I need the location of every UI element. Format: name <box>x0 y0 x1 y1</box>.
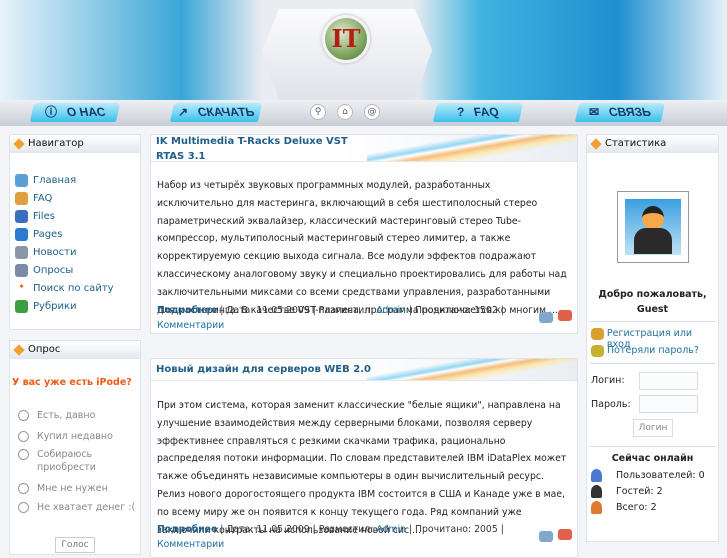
nav-link-files[interactable]: Files <box>15 210 55 223</box>
send-icon[interactable] <box>558 529 572 540</box>
article-footer: Подробнее | Дата: 11.05.2009 | Разместил… <box>157 524 504 550</box>
read-more-link[interactable]: Подробнее <box>157 305 217 316</box>
online-title: Сейчас онлайн <box>611 453 694 464</box>
nav-download[interactable]: ↗ СКАЧАТЬ <box>169 103 263 122</box>
article: IK Multimedia T-Racks Deluxe VST RTAS 3.… <box>150 134 578 334</box>
poll-option[interactable]: Мне не нужен <box>18 482 108 495</box>
nav-link-polls[interactable]: Опросы <box>15 264 73 277</box>
download-icon: ↗ <box>177 105 188 119</box>
nav-link-faq[interactable]: FAQ <box>15 192 52 205</box>
send-icon[interactable] <box>558 310 572 321</box>
navigator-title: Навигатор <box>10 135 140 153</box>
login-input[interactable] <box>639 372 698 390</box>
site-logo[interactable]: IT <box>322 15 370 63</box>
nav-link-news[interactable]: Новости <box>15 246 76 259</box>
print-icon[interactable] <box>539 312 553 323</box>
lock-icon <box>591 345 604 357</box>
user-icon <box>591 469 602 482</box>
nav-link-search[interactable]: ✦ Поиск по сайту <box>15 282 113 295</box>
article-title[interactable]: IK Multimedia T-Racks Deluxe VST RTAS 3.… <box>156 134 356 164</box>
home-icon[interactable]: ⌂ <box>337 104 353 120</box>
poll-option[interactable]: Не хватает денег :( <box>18 501 135 514</box>
poll-option[interactable]: Есть, давно <box>18 409 95 422</box>
question-icon: ? <box>456 105 465 119</box>
nav-faq[interactable]: ? FAQ <box>432 103 524 122</box>
nav-link-home[interactable]: Главная <box>15 174 76 187</box>
article-text: При этом система, которая заменит класси… <box>157 400 567 536</box>
header-banner: IT <box>0 0 727 100</box>
nav-contact[interactable]: ✉ СВЯЗЬ <box>574 103 666 122</box>
author-link[interactable]: Admin <box>376 524 406 535</box>
article-text: Набор из четырёх звуковых программных мо… <box>157 180 567 316</box>
at-icon[interactable]: @ <box>364 104 380 120</box>
info-icon: ⓘ <box>44 105 57 119</box>
mail-icon: ✉ <box>589 105 600 119</box>
nav-link-pages[interactable]: Pages <box>15 228 62 241</box>
print-icon[interactable] <box>539 531 553 542</box>
guest-icon <box>591 485 602 498</box>
poll-question: У вас уже есть iPode? <box>12 377 132 388</box>
article: Новый дизайн для серверов WEB 2.0 При эт… <box>150 358 578 558</box>
nav-link-rubrics[interactable]: Рубрики <box>15 300 77 313</box>
poll-option[interactable]: Купил недавно <box>18 430 113 443</box>
login-button[interactable]: Логин <box>633 419 673 437</box>
users-icon <box>591 328 604 340</box>
stats-title: Статистика <box>587 135 718 153</box>
lost-password-link[interactable]: Потеряли пароль? <box>591 345 699 357</box>
article-title[interactable]: Новый дизайн для серверов WEB 2.0 <box>156 362 416 377</box>
group-icon <box>591 501 602 514</box>
vote-button[interactable]: Голос <box>55 537 95 553</box>
avatar <box>617 191 689 263</box>
login-label: Логин: <box>591 375 625 386</box>
poll-title: Опрос <box>10 341 140 359</box>
online-total: Всего: 2 <box>591 501 657 514</box>
article-footer: Подробнее | Дата: 11.05.2009 | Разместил… <box>157 305 504 331</box>
stats-box: Статистика Добро пожаловать, Guest Регис… <box>586 134 719 542</box>
password-label: Пароль: <box>591 399 631 410</box>
author-link[interactable]: Admin <box>376 305 406 316</box>
poll-option[interactable]: Собираюсь приобрести <box>18 448 128 474</box>
search-icon[interactable]: ⚲ <box>310 104 326 120</box>
online-users: Пользователей: 0 <box>591 469 705 482</box>
welcome-text: Добро пожаловать, Guest <box>598 289 707 315</box>
comments-link[interactable]: Комментарии <box>157 320 224 331</box>
poll-box: Опрос У вас уже есть iPode? Есть, давно … <box>9 340 141 555</box>
navigator-box: Навигатор Главная FAQ Files Pages Новост… <box>9 134 141 330</box>
online-guests: Гостей: 2 <box>591 485 663 498</box>
password-input[interactable] <box>639 395 698 413</box>
nav-about[interactable]: ⓘ О НАС <box>29 103 121 122</box>
read-more-link[interactable]: Подробнее <box>157 524 217 535</box>
